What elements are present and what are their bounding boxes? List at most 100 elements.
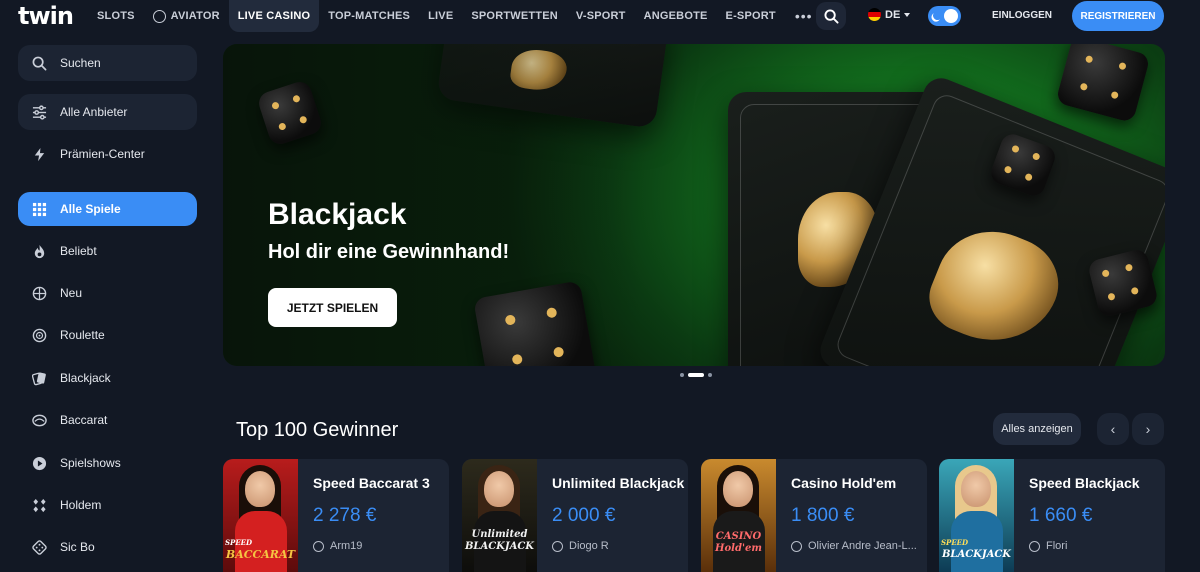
sidebar-item-baccarat[interactable]: Baccarat bbox=[18, 403, 197, 437]
next-arrow-button[interactable]: › bbox=[1132, 413, 1164, 445]
play-now-button[interactable]: JETZT SPIELEN bbox=[268, 288, 397, 327]
moon-icon bbox=[932, 10, 944, 22]
roulette-icon bbox=[32, 328, 47, 343]
holdem-label: Holdem bbox=[60, 498, 102, 512]
thumbnail-brand: SPEED BACCARAT bbox=[225, 537, 296, 561]
winner-username: Flori bbox=[1046, 540, 1068, 552]
nav-aviator-label: AVIATOR bbox=[170, 10, 220, 22]
dice-icon bbox=[32, 539, 47, 555]
grid-icon bbox=[32, 202, 47, 217]
holdem-icon bbox=[32, 498, 47, 513]
winner-username: Diogo R bbox=[569, 540, 609, 552]
blackjack-label: Blackjack bbox=[60, 371, 111, 385]
winner-card[interactable]: CASINO Hold'em Casino Hold'em 1 800 € Ol… bbox=[701, 459, 927, 572]
search-button[interactable] bbox=[816, 2, 846, 30]
baccarat-icon bbox=[32, 413, 47, 428]
winner-amount: 2 000 € bbox=[552, 505, 616, 526]
bonus-center-label: Prämien-Center bbox=[60, 147, 145, 161]
nav-sportwetten[interactable]: SPORTWETTEN bbox=[462, 0, 567, 32]
carousel-dot[interactable] bbox=[680, 373, 684, 377]
search-icon bbox=[32, 56, 47, 71]
sidebar-item-blackjack[interactable]: Blackjack bbox=[18, 361, 197, 395]
dealer-face bbox=[245, 471, 275, 507]
login-button[interactable]: EINLOGGEN bbox=[992, 10, 1052, 21]
search-games-button[interactable]: Suchen bbox=[18, 45, 197, 81]
winner-username: Olivier Andre Jean-L... bbox=[808, 540, 917, 552]
game-thumbnail-image: SPEED BLACKJACK bbox=[939, 459, 1014, 572]
nav-slots[interactable]: SLOTS bbox=[88, 0, 144, 32]
dice-image bbox=[1055, 44, 1151, 124]
winner-game-name: Speed Baccarat 3 bbox=[313, 475, 430, 491]
nav-angebote[interactable]: ANGEBOTE bbox=[635, 0, 717, 32]
sic-bo-label: Sic Bo bbox=[60, 540, 95, 554]
prev-arrow-button[interactable]: ‹ bbox=[1097, 413, 1129, 445]
baccarat-label: Baccarat bbox=[60, 413, 108, 427]
winner-amount: 1 800 € bbox=[791, 505, 855, 526]
dealer-face bbox=[723, 471, 753, 507]
carousel-dot[interactable] bbox=[708, 373, 712, 377]
winner-game-name: Casino Hold'em bbox=[791, 475, 897, 491]
german-flag-icon bbox=[868, 8, 881, 21]
sidebar-item-gameshows[interactable]: Spielshows bbox=[18, 446, 197, 480]
nav-e-sport[interactable]: E-SPORT bbox=[717, 0, 785, 32]
sidebar-item-holdem[interactable]: Holdem bbox=[18, 488, 197, 522]
nav-top-matches[interactable]: TOP-MATCHES bbox=[319, 0, 419, 32]
cards-icon bbox=[32, 371, 47, 386]
winner-card[interactable]: SPEED BLACKJACK Speed Blackjack 1 660 € … bbox=[939, 459, 1165, 572]
carousel-dot-active[interactable] bbox=[688, 373, 704, 377]
winner-card[interactable]: SPEED BACCARAT Speed Baccarat 3 2 278 € … bbox=[223, 459, 449, 572]
winner-card[interactable]: Unlimited BLACKJACK Unlimited Blackjack … bbox=[462, 459, 688, 572]
globe-icon bbox=[152, 9, 166, 23]
winner-game-name: Unlimited Blackjack bbox=[552, 475, 685, 491]
play-icon bbox=[32, 456, 47, 471]
new-label: Neu bbox=[60, 286, 83, 300]
nav-aviator[interactable]: AVIATOR bbox=[144, 0, 229, 32]
theme-toggle[interactable] bbox=[928, 6, 961, 26]
sidebar-item-bonus-center[interactable]: Prämien-Center bbox=[18, 137, 197, 171]
lightning-icon bbox=[32, 147, 47, 162]
thumbnail-brand-text: BLACKJACK bbox=[941, 549, 1012, 560]
search-label: Suchen bbox=[60, 56, 101, 70]
gameshows-label: Spielshows bbox=[60, 456, 121, 470]
toggle-knob bbox=[944, 9, 958, 23]
dealer-face bbox=[961, 471, 991, 507]
register-button[interactable]: REGISTRIEREN bbox=[1072, 1, 1164, 31]
flame-icon bbox=[32, 244, 47, 259]
carousel-indicator bbox=[678, 373, 714, 377]
winner-amount: 2 278 € bbox=[313, 505, 377, 526]
language-label: DE bbox=[885, 8, 901, 21]
nav-live-casino[interactable]: LIVE CASINO bbox=[228, 0, 320, 32]
see-all-button[interactable]: Alles anzeigen bbox=[993, 413, 1081, 445]
sidebar-item-roulette[interactable]: Roulette bbox=[18, 318, 197, 352]
search-icon bbox=[823, 8, 839, 24]
providers-label: Alle Anbieter bbox=[60, 105, 128, 119]
winner-game-name: Speed Blackjack bbox=[1029, 475, 1140, 491]
winner-user: Flori bbox=[1029, 540, 1067, 552]
all-providers-button[interactable]: Alle Anbieter bbox=[18, 94, 197, 130]
winner-username: Arm19 bbox=[330, 540, 363, 552]
chevron-down-icon bbox=[904, 12, 911, 17]
winner-user: Olivier Andre Jean-L... bbox=[791, 540, 917, 552]
sidebar-item-popular[interactable]: Beliebt bbox=[18, 234, 197, 268]
thumbnail-label: SPEED bbox=[941, 538, 969, 547]
winner-amount: 1 660 € bbox=[1029, 505, 1093, 526]
sliders-icon bbox=[32, 104, 47, 120]
nav-v-sport[interactable]: V-SPORT bbox=[567, 0, 635, 32]
user-icon bbox=[791, 540, 802, 552]
banner-title: Blackjack bbox=[268, 198, 407, 231]
nav-live[interactable]: LIVE bbox=[419, 0, 462, 32]
winners-title: Top 100 Gewinner bbox=[236, 419, 399, 441]
thumbnail-brand: Unlimited BLACKJACK bbox=[464, 529, 535, 552]
winner-user: Arm19 bbox=[313, 540, 362, 552]
sidebar-item-new[interactable]: Neu bbox=[18, 276, 197, 310]
language-selector[interactable]: DE bbox=[868, 8, 911, 21]
main-nav: SLOTS AVIATOR LIVE CASINO TOP-MATCHES LI… bbox=[88, 0, 823, 32]
thumbnail-brand-text: BACCARAT bbox=[225, 548, 296, 561]
user-icon bbox=[552, 540, 563, 552]
dealer-face bbox=[484, 471, 514, 507]
sidebar-item-all-games[interactable]: Alle Spiele bbox=[18, 192, 197, 226]
sidebar-item-sic-bo[interactable]: Sic Bo bbox=[18, 530, 197, 564]
winner-user: Diogo R bbox=[552, 540, 609, 552]
twin-logo[interactable]: twin bbox=[18, 2, 74, 30]
top-navigation: twin SLOTS AVIATOR LIVE CASINO TOP-MATCH… bbox=[0, 0, 1200, 32]
